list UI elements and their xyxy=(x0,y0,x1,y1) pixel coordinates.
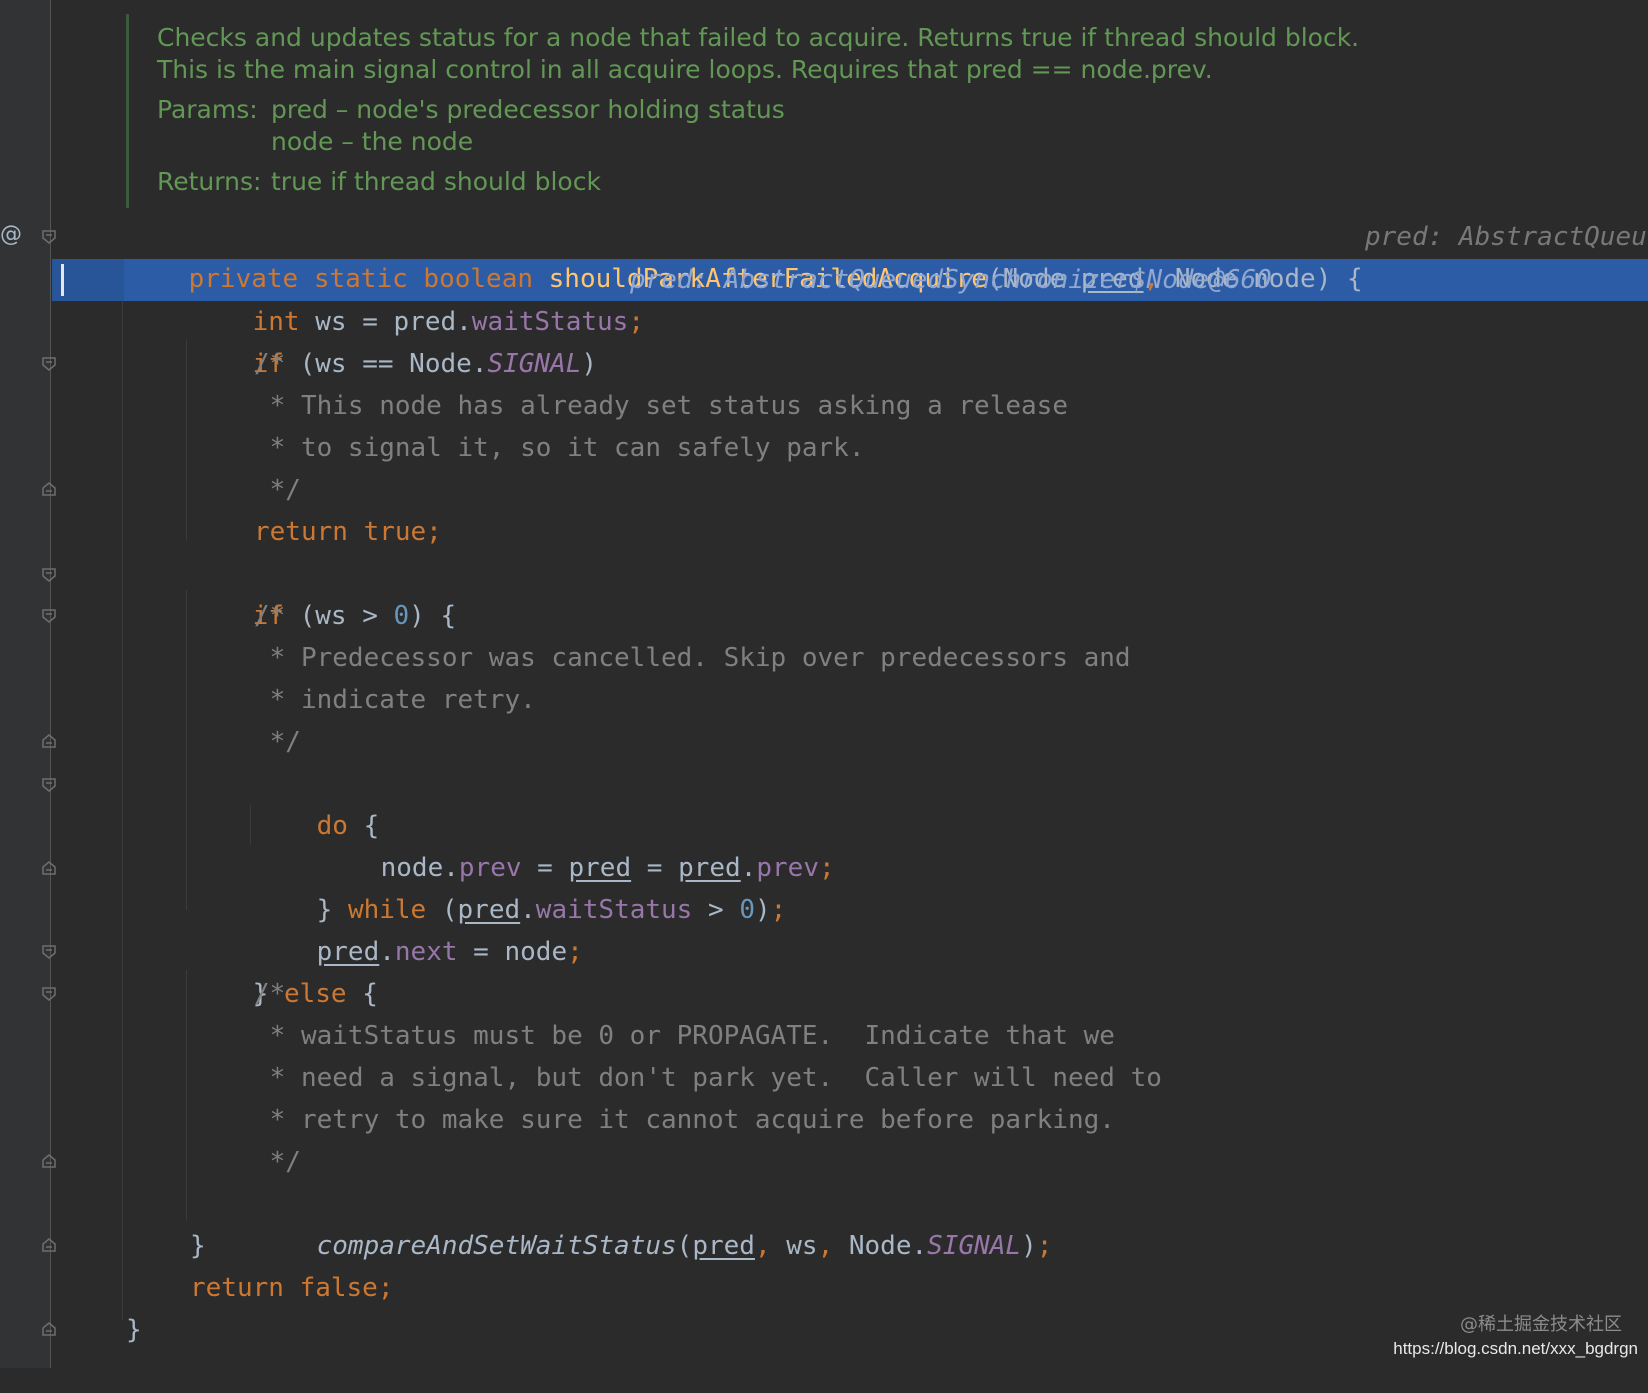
code-line[interactable]: } xyxy=(0,1225,1648,1267)
code-line[interactable]: return true; xyxy=(0,511,1648,553)
comment-line[interactable]: */ xyxy=(0,721,1648,763)
comment-line[interactable]: * waitStatus must be 0 or PROPAGATE. Ind… xyxy=(0,1015,1648,1057)
doc-returns-label: Returns: xyxy=(157,167,262,196)
comment-line[interactable]: */ xyxy=(0,469,1648,511)
comment-line[interactable]: * Predecessor was cancelled. Skip over p… xyxy=(0,637,1648,679)
doc-description-line: This is the main signal control in all a… xyxy=(157,55,1213,84)
comment-text: * Predecessor was cancelled. Skip over p… xyxy=(254,643,1131,673)
doc-params-label: Params: xyxy=(157,95,258,124)
brace: } xyxy=(190,1231,206,1261)
code-line[interactable]: compareAndSetWaitStatus(pred, ws, Node.S… xyxy=(0,1183,1648,1261)
comment-text: /* xyxy=(254,601,286,631)
comment-text: * need a signal, but don't park yet. Cal… xyxy=(254,1063,1162,1093)
comment-line[interactable]: * need a signal, but don't park yet. Cal… xyxy=(0,1057,1648,1099)
code-line[interactable]: node.prev = pred = pred.prev; xyxy=(0,805,1648,883)
comment-text: * This node has already set status askin… xyxy=(254,391,1068,421)
code-line-signature[interactable]: private static boolean shouldParkAfterFa… xyxy=(0,216,1648,294)
doc-description-line: Checks and updates status for a node tha… xyxy=(157,23,1360,52)
comment-line[interactable]: * retry to make sure it cannot acquire b… xyxy=(0,1099,1648,1141)
comment-text: * to signal it, so it can safely park. xyxy=(254,433,865,463)
watermark-url: https://blog.csdn.net/xxx_bgdrgn xyxy=(1393,1339,1638,1358)
doc-param: pred – node's predecessor holding status xyxy=(271,95,785,124)
comment-line[interactable]: /* xyxy=(0,973,1648,1015)
debug-inline-value: pred: AbstractQueuedSynchronizer$Node@66… xyxy=(630,265,1272,295)
return-statement: return true; xyxy=(254,517,442,547)
comment-line[interactable]: * This node has already set status askin… xyxy=(0,385,1648,427)
doc-returns-text: true if thread should block xyxy=(271,167,601,196)
brace: } xyxy=(126,1315,142,1345)
return-statement: return false; xyxy=(190,1273,394,1303)
comment-text: */ xyxy=(254,1147,301,1177)
comment-text: * retry to make sure it cannot acquire b… xyxy=(254,1105,1115,1135)
code-line[interactable]: } while (pred.waitStatus > 0); xyxy=(0,847,1648,925)
code-line-current[interactable]: int ws = pred.waitStatus; pred: Abstract… xyxy=(0,259,1648,337)
code-line[interactable]: } else { xyxy=(0,931,1648,1009)
comment-text: /* xyxy=(254,979,286,1009)
debug-inline-value: pred: AbstractQueu xyxy=(1365,222,1647,252)
comment-text: * waitStatus must be 0 or PROPAGATE. Ind… xyxy=(254,1021,1115,1051)
code-line[interactable]: return false; xyxy=(0,1267,1648,1309)
comment-text: */ xyxy=(254,475,301,505)
code-line[interactable]: pred.next = node; xyxy=(0,889,1648,967)
code-line[interactable]: if (ws == Node.SIGNAL) xyxy=(0,301,1648,379)
code-line[interactable]: do { xyxy=(0,763,1648,841)
doc-param: node – the node xyxy=(271,127,474,156)
comment-line[interactable]: */ xyxy=(0,1141,1648,1183)
comment-line[interactable]: /* xyxy=(0,343,1648,385)
watermark-site: @稀土掘金技术社区 xyxy=(1460,1314,1622,1335)
comment-line[interactable]: /* xyxy=(0,595,1648,637)
comment-text: /* xyxy=(254,349,286,379)
rendered-javadoc: Checks and updates status for a node tha… xyxy=(126,14,1579,208)
comment-text: */ xyxy=(254,727,301,757)
comment-text: * indicate retry. xyxy=(254,685,536,715)
code-line[interactable]: if (ws > 0) { xyxy=(0,553,1648,631)
comment-line[interactable]: * to signal it, so it can safely park. xyxy=(0,427,1648,469)
comment-line[interactable]: * indicate retry. xyxy=(0,679,1648,721)
